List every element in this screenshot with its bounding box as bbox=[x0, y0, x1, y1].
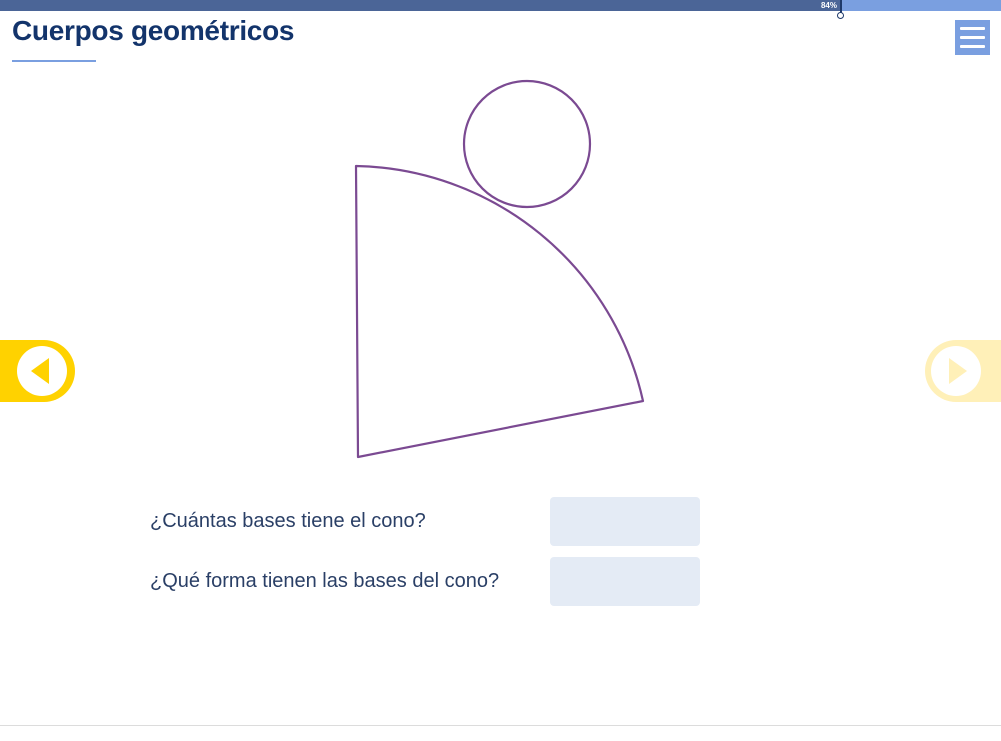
arrow-left-icon bbox=[17, 346, 67, 396]
cone-base-circle bbox=[462, 79, 592, 209]
cone-lateral-sector bbox=[354, 164, 645, 459]
slide-page: 84% Cuerpos geométricos ¿Cuántas bases t… bbox=[0, 0, 1001, 741]
arrow-right-icon bbox=[931, 346, 981, 396]
question-2-answer-input[interactable] bbox=[550, 557, 700, 606]
bottom-divider bbox=[0, 725, 1001, 726]
question-1-answer-input[interactable] bbox=[550, 497, 700, 546]
previous-slide-button[interactable] bbox=[0, 340, 75, 402]
question-2-label: ¿Qué forma tienen las bases del cono? bbox=[150, 570, 500, 592]
question-1-label: ¿Cuántas bases tiene el cono? bbox=[150, 510, 426, 532]
cone-net-figure bbox=[354, 79, 645, 459]
next-slide-button[interactable] bbox=[925, 340, 1001, 402]
